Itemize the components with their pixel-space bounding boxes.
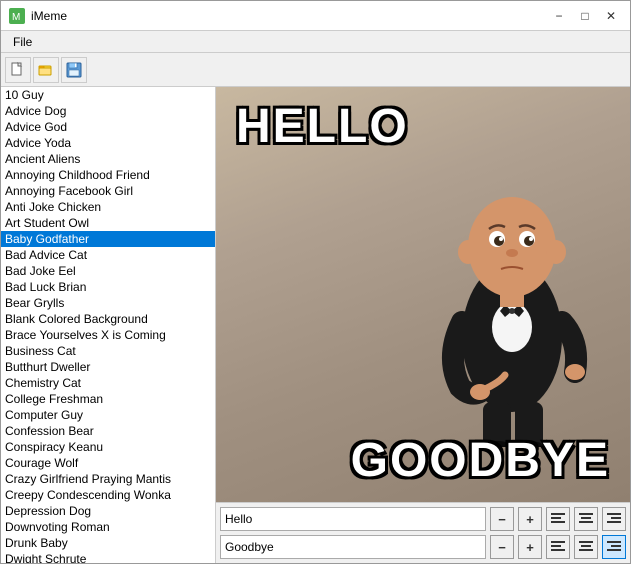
list-item[interactable]: Conspiracy Keanu (1, 439, 215, 455)
toolbar (1, 53, 630, 87)
app-icon: M (9, 8, 25, 24)
list-item[interactable]: College Freshman (1, 391, 215, 407)
list-item[interactable]: Confession Bear (1, 423, 215, 439)
list-item[interactable]: 10 Guy (1, 87, 215, 103)
list-item[interactable]: Bad Joke Eel (1, 263, 215, 279)
svg-text:M: M (12, 12, 20, 23)
baby-figure (425, 157, 600, 447)
text-controls-area: − + (216, 502, 630, 563)
bottom-increase-btn[interactable]: + (518, 535, 542, 559)
top-decrease-btn[interactable]: − (490, 507, 514, 531)
title-bar: M iMeme − □ ✕ (1, 1, 630, 31)
minimize-button[interactable]: − (548, 5, 570, 27)
bottom-decrease-btn[interactable]: − (490, 535, 514, 559)
meme-bottom-text: GOODBYE (351, 433, 610, 488)
list-item[interactable]: Annoying Childhood Friend (1, 167, 215, 183)
list-item[interactable]: Art Student Owl (1, 215, 215, 231)
main-content: 10 GuyAdvice DogAdvice GodAdvice YodaAnc… (1, 87, 630, 563)
new-button[interactable] (5, 57, 31, 83)
maximize-button[interactable]: □ (574, 5, 596, 27)
list-item[interactable]: Annoying Facebook Girl (1, 183, 215, 199)
list-item[interactable]: Advice Yoda (1, 135, 215, 151)
list-item[interactable]: Anti Joke Chicken (1, 199, 215, 215)
menu-bar: File (1, 31, 630, 53)
save-button[interactable] (61, 57, 87, 83)
list-item[interactable]: Drunk Baby (1, 535, 215, 551)
list-item[interactable]: Dwight Schrute (1, 551, 215, 563)
top-align-left-btn[interactable] (546, 507, 570, 531)
list-item[interactable]: Downvoting Roman (1, 519, 215, 535)
list-item[interactable]: Bad Luck Brian (1, 279, 215, 295)
list-item[interactable]: Baby Godfather (1, 231, 215, 247)
menu-file[interactable]: File (5, 33, 40, 51)
list-item[interactable]: Butthurt Dweller (1, 359, 215, 375)
right-panel: HELLO GOODBYE − + (216, 87, 630, 563)
bottom-align-right-btn[interactable] (602, 535, 626, 559)
list-item[interactable]: Advice Dog (1, 103, 215, 119)
top-align-center-btn[interactable] (574, 507, 598, 531)
list-item[interactable]: Ancient Aliens (1, 151, 215, 167)
list-item[interactable]: Blank Colored Background (1, 311, 215, 327)
main-window: M iMeme − □ ✕ File (0, 0, 631, 564)
list-item[interactable]: Crazy Girlfriend Praying Mantis (1, 471, 215, 487)
close-button[interactable]: ✕ (600, 5, 622, 27)
bottom-text-row: − + (220, 535, 626, 559)
open-button[interactable] (33, 57, 59, 83)
list-item[interactable]: Business Cat (1, 343, 215, 359)
list-item[interactable]: Bear Grylls (1, 295, 215, 311)
top-increase-btn[interactable]: + (518, 507, 542, 531)
bottom-align-center-btn[interactable] (574, 535, 598, 559)
top-text-row: − + (220, 507, 626, 531)
window-controls: − □ ✕ (548, 5, 622, 27)
bottom-text-input[interactable] (220, 535, 486, 559)
bottom-align-left-btn[interactable] (546, 535, 570, 559)
window-title: iMeme (31, 9, 548, 23)
list-item[interactable]: Courage Wolf (1, 455, 215, 471)
meme-list-scroll[interactable]: 10 GuyAdvice DogAdvice GodAdvice YodaAnc… (1, 87, 215, 563)
list-item[interactable]: Brace Yourselves X is Coming (1, 327, 215, 343)
list-item[interactable]: Creepy Condescending Wonka (1, 487, 215, 503)
list-item[interactable]: Depression Dog (1, 503, 215, 519)
meme-canvas: HELLO GOODBYE (216, 87, 630, 502)
meme-preview-area: HELLO GOODBYE (216, 87, 630, 502)
meme-top-text: HELLO (236, 99, 409, 154)
top-text-input[interactable] (220, 507, 486, 531)
list-item[interactable]: Computer Guy (1, 407, 215, 423)
list-item[interactable]: Advice God (1, 119, 215, 135)
list-item[interactable]: Chemistry Cat (1, 375, 215, 391)
meme-list-panel: 10 GuyAdvice DogAdvice GodAdvice YodaAnc… (1, 87, 216, 563)
list-item[interactable]: Bad Advice Cat (1, 247, 215, 263)
top-align-right-btn[interactable] (602, 507, 626, 531)
